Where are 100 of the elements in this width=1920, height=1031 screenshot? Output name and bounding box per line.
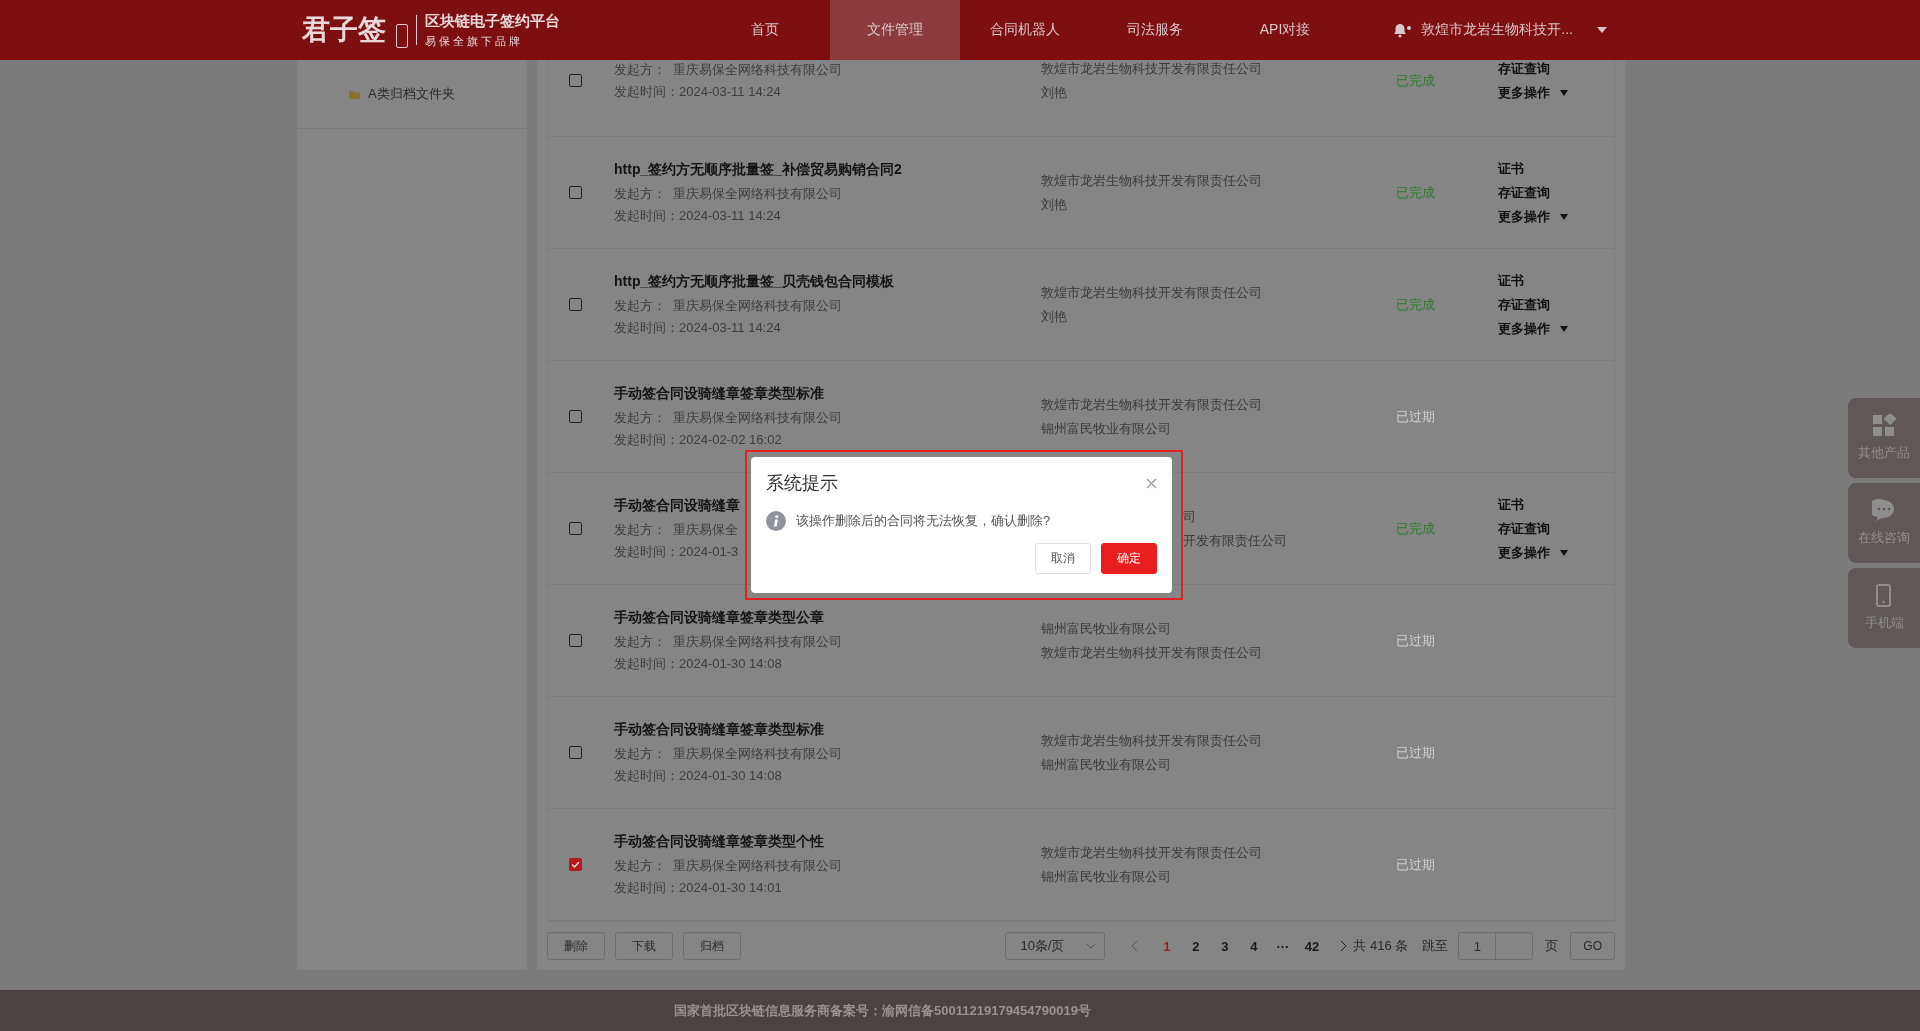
chevron-icon	[1086, 943, 1097, 949]
action-link[interactable]: 证书	[1498, 159, 1524, 178]
nav-tab[interactable]: 首页	[700, 0, 830, 60]
status-text: 已完成	[1396, 519, 1436, 538]
action-link[interactable]: 存证查询	[1498, 183, 1550, 202]
party-name: 刘艳	[1041, 83, 1067, 102]
action-link[interactable]: 证书	[1498, 271, 1524, 290]
more-actions-link[interactable]: 更多操作	[1498, 83, 1550, 102]
sender-text: 发起方： 重庆易保全网络科技有限公司	[614, 408, 843, 427]
checkbox[interactable]	[569, 634, 582, 647]
nav-tab[interactable]: 司法服务	[1090, 0, 1220, 60]
action-link[interactable]: 存证查询	[1498, 295, 1550, 314]
party-name: 敦煌市龙岩生物科技开发有限责任公司	[1041, 395, 1262, 414]
contract-title[interactable]: 手动签合同设骑缝章签章类型个性	[614, 832, 824, 851]
action-link[interactable]: 存证查询	[1498, 60, 1550, 78]
sender-text: 发起方： 重庆易保全网络科技有限公司	[614, 632, 843, 651]
more-actions-link[interactable]: 更多操作	[1498, 543, 1550, 562]
logo-text: 君子签	[301, 12, 387, 48]
party-name: 刘艳	[1041, 307, 1067, 326]
party-name: 开发有限责任公司	[1183, 531, 1287, 550]
status-text: 已过期	[1396, 631, 1436, 650]
caret-icon[interactable]	[1560, 325, 1568, 332]
total-count: 共 416 条	[1353, 937, 1409, 955]
party-name: 司	[1183, 507, 1196, 526]
status-text: 已完成	[1396, 295, 1436, 314]
status-text: 已完成	[1396, 183, 1436, 202]
sender-text: 发起方： 重庆易保全网络科技有限公司	[614, 60, 843, 79]
action-button[interactable]: 归档	[683, 932, 741, 960]
status-text: 已完成	[1396, 71, 1436, 90]
confirm-button[interactable]: 确定	[1101, 543, 1157, 574]
more-actions-link[interactable]: 更多操作	[1498, 319, 1550, 338]
caret-icon[interactable]	[1560, 89, 1568, 96]
start-time-text: 发起时间：2024-02-02 16:02	[614, 430, 782, 449]
caret-icon[interactable]	[1560, 549, 1568, 556]
checkbox[interactable]	[569, 522, 582, 535]
party-name: 敦煌市龙岩生物科技开发有限责任公司	[1041, 171, 1262, 190]
start-time-text: 发起时间：2024-03-11 14:24	[614, 82, 781, 101]
page-link[interactable]: 4	[1239, 938, 1269, 954]
sender-text: 发起方： 重庆易保全	[614, 520, 739, 539]
checkbox[interactable]	[569, 746, 582, 759]
checkbox[interactable]	[569, 298, 582, 311]
start-time-text: 发起时间：2024-01-30 14:01	[614, 878, 782, 897]
start-time-text: 发起时间：2024-03-11 14:24	[614, 206, 781, 225]
info-icon	[766, 511, 786, 531]
checkbox[interactable]	[569, 410, 582, 423]
checkbox[interactable]	[569, 186, 582, 199]
footer-text: 国家首批区块链信息服务商备案号：渝网信备50011219179454790019号	[674, 1001, 1091, 1020]
action-link[interactable]: 证书	[1498, 495, 1524, 514]
contract-title[interactable]: http_签约方无顺序批量签_贝壳钱包合同模板	[614, 272, 894, 291]
start-time-text: 发起时间：2024-01-3	[614, 542, 739, 561]
contract-title[interactable]: 手动签合同设骑缝章	[614, 496, 740, 515]
start-time-text: 发起时间：2024-03-11 14:24	[614, 318, 781, 337]
cancel-button[interactable]: 取消	[1035, 543, 1091, 574]
page-input[interactable]: 1	[1458, 932, 1534, 960]
party-name: 锦州富民牧业有限公司	[1041, 755, 1171, 774]
action-button[interactable]: 删除	[547, 932, 605, 960]
grid-icon	[1872, 414, 1896, 438]
folder-label[interactable]: A类归档文件夹	[368, 85, 455, 103]
page-link[interactable]: 3	[1210, 938, 1240, 954]
dialog-message: 该操作删除后的合同将无法恢复，确认删除?	[796, 512, 1051, 530]
page-link[interactable]: ···	[1268, 938, 1298, 954]
seal-icon	[396, 23, 408, 48]
party-name: 敦煌市龙岩生物科技开发有限责任公司	[1041, 843, 1262, 862]
caret-icon[interactable]	[1597, 27, 1607, 33]
go-button[interactable]: GO	[1570, 932, 1615, 960]
party-name: 锦州富民牧业有限公司	[1041, 419, 1171, 438]
platform-title: 区块链电子签约平台	[425, 11, 560, 31]
start-time-text: 发起时间：2024-01-30 14:08	[614, 766, 782, 785]
checkbox[interactable]	[569, 858, 582, 871]
close-icon[interactable]	[1146, 477, 1157, 489]
checkbox[interactable]	[569, 74, 582, 87]
slogan: 易 保 全 旗 下 品 牌	[425, 33, 522, 49]
contract-title[interactable]: 手动签合同设骑缝章签章类型公章	[614, 608, 824, 627]
status-text: 已过期	[1396, 855, 1436, 874]
party-name: 锦州富民牧业有限公司	[1041, 867, 1171, 886]
sender-text: 发起方： 重庆易保全网络科技有限公司	[614, 856, 843, 875]
folder-icon	[349, 89, 360, 99]
contract-title[interactable]: 手动签合同设骑缝章签章类型标准	[614, 720, 824, 739]
more-actions-link[interactable]: 更多操作	[1498, 207, 1550, 226]
sender-text: 发起方： 重庆易保全网络科技有限公司	[614, 296, 843, 315]
action-link[interactable]: 存证查询	[1498, 519, 1550, 538]
chat-bubble-icon	[1872, 499, 1896, 523]
nav-tab[interactable]: 文件管理	[830, 0, 960, 60]
page-size-select[interactable]: 10条/页	[1005, 932, 1106, 960]
contract-title[interactable]: http_签约方无顺序批量签_补偿贸易购销合同2	[614, 160, 902, 179]
party-name: 敦煌市龙岩生物科技开发有限责任公司	[1041, 283, 1262, 302]
dialog-title: 系统提示	[766, 472, 838, 495]
sender-text: 发起方： 重庆易保全网络科技有限公司	[614, 184, 843, 203]
page-link[interactable]: 42	[1297, 938, 1327, 954]
nav-tab[interactable]: API对接	[1220, 0, 1350, 60]
party-name: 刘艳	[1041, 195, 1067, 214]
next-page-icon[interactable]	[1340, 940, 1348, 952]
page-link[interactable]: 2	[1181, 938, 1211, 954]
bell-icon[interactable]	[1393, 22, 1412, 38]
contract-title[interactable]: 手动签合同设骑缝章签章类型标准	[614, 384, 824, 403]
user-name[interactable]: 敦煌市龙岩生物科技开...	[1421, 21, 1573, 39]
caret-icon[interactable]	[1560, 213, 1568, 220]
nav-tab[interactable]: 合同机器人	[960, 0, 1090, 60]
action-button[interactable]: 下载	[615, 932, 673, 960]
status-text: 已过期	[1396, 407, 1436, 426]
